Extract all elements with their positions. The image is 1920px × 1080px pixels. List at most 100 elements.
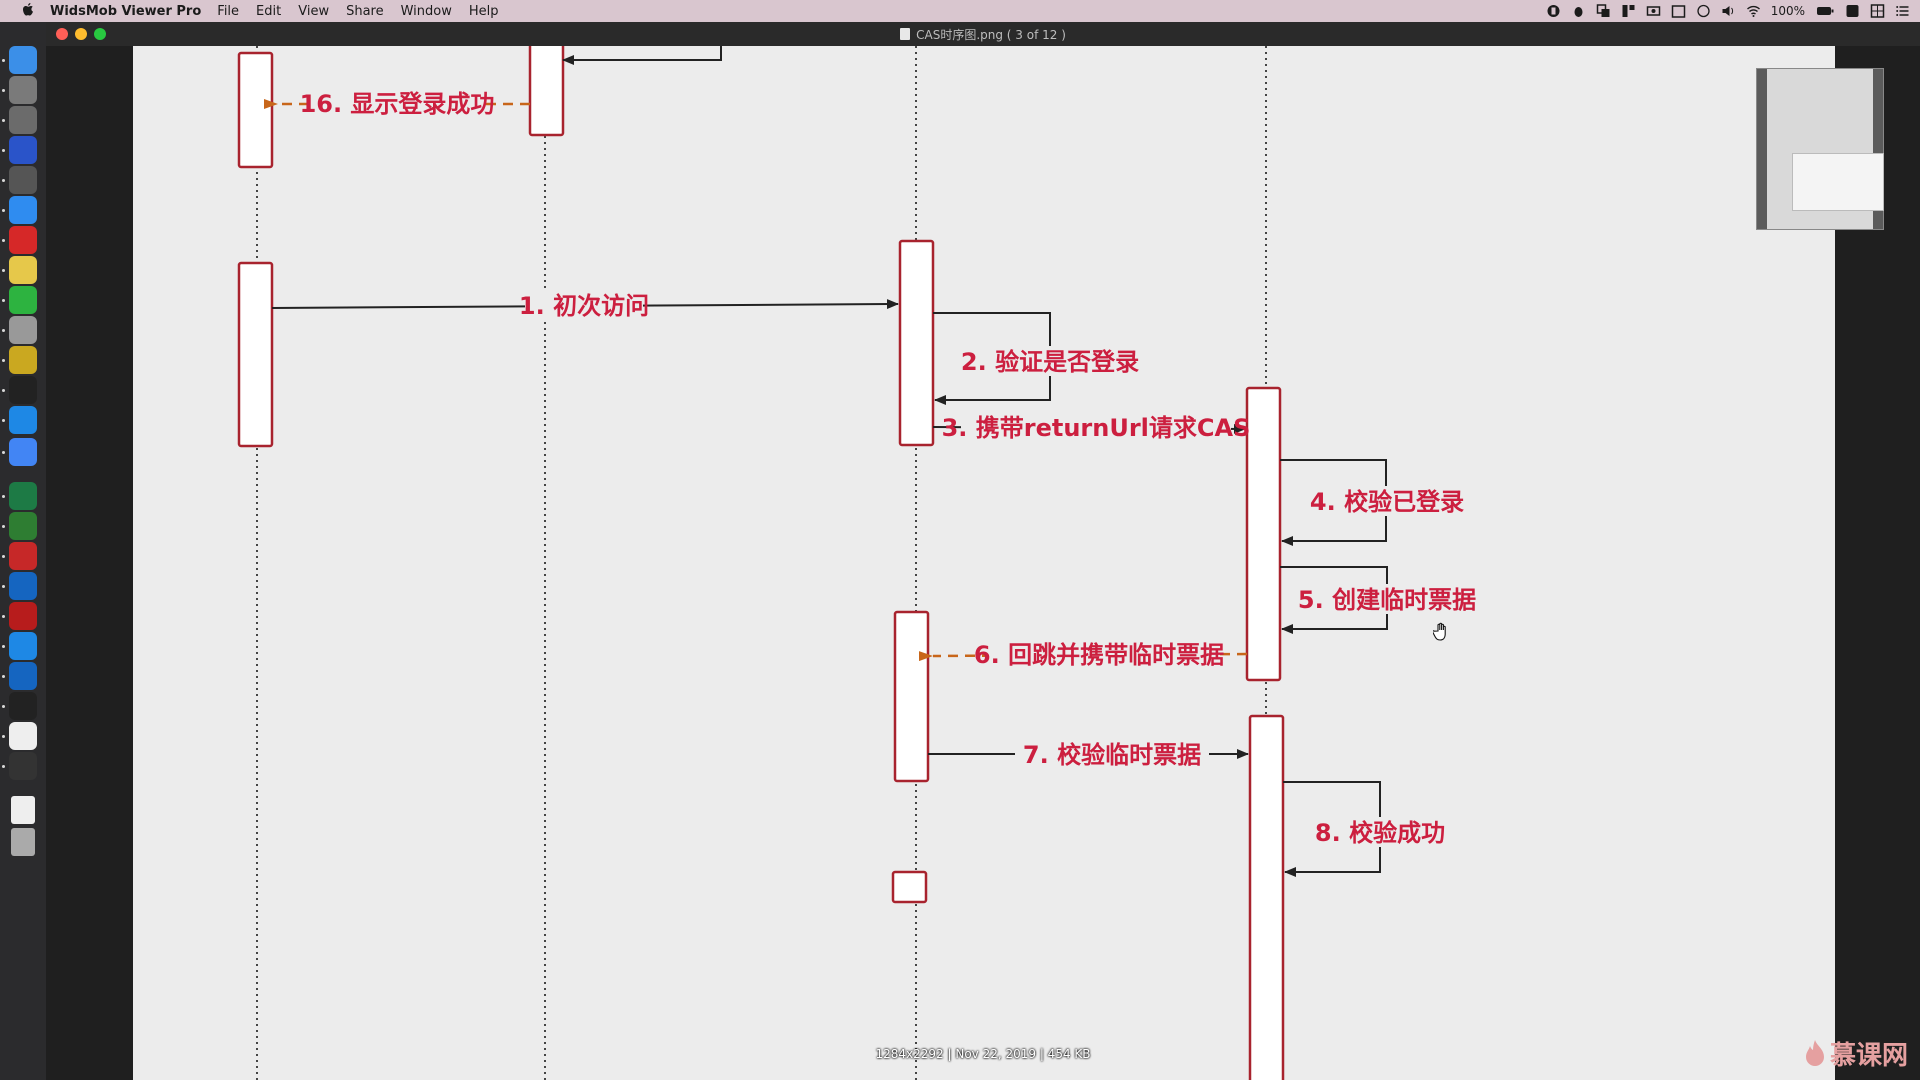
window-title: CAS时序图.png ( 3 of 12 )	[916, 27, 1066, 42]
hbuilder-icon[interactable]	[9, 542, 37, 570]
flame-logo-icon	[1805, 1039, 1824, 1066]
chrome-icon[interactable]	[9, 438, 37, 466]
menu-share[interactable]: Share	[346, 4, 384, 19]
activation-box	[528, 46, 565, 137]
dock-running-indicator	[2, 239, 5, 242]
system-preferences-icon[interactable]	[9, 106, 37, 134]
apple-icon[interactable]	[20, 3, 36, 19]
status-calendar-icon[interactable]	[1671, 4, 1686, 18]
vscode-icon[interactable]	[9, 406, 37, 434]
sequence-diagram: 16. 显示登录成功 1. 初次访问 2. 验证是否登录 3. 携带return…	[237, 46, 1476, 1080]
fullscreen-button[interactable]	[94, 28, 106, 40]
dock-running-indicator	[2, 179, 5, 182]
hand-cursor-icon	[1433, 622, 1446, 641]
control-center-icon[interactable]	[1895, 4, 1910, 18]
dock-running-indicator	[2, 119, 5, 122]
image-info: 1284x2292 | Nov 22, 2019 | 454 KB	[875, 1047, 1091, 1061]
activation-box	[1245, 386, 1282, 682]
dock-running-indicator	[2, 735, 5, 738]
activation-box	[893, 610, 930, 783]
document-icon[interactable]	[11, 796, 35, 824]
message-label-8: 8. 校验成功	[1315, 819, 1445, 847]
dock-running-indicator	[2, 419, 5, 422]
stickies-icon[interactable]	[9, 256, 37, 284]
close-button[interactable]	[56, 28, 68, 40]
message-arrow-15	[562, 46, 722, 65]
evernote-icon[interactable]	[9, 286, 37, 314]
trash-icon[interactable]	[11, 828, 35, 856]
message-label-4: 4. 校验已登录	[1310, 488, 1464, 516]
activation-box	[898, 239, 935, 447]
activation-box	[891, 870, 928, 904]
intellij-icon[interactable]	[9, 136, 37, 164]
wifi-icon[interactable]	[1746, 4, 1761, 18]
menu-help[interactable]: Help	[469, 4, 499, 19]
dock-running-indicator	[2, 451, 5, 454]
status-record-icon[interactable]	[1646, 4, 1661, 18]
dock-running-indicator	[2, 89, 5, 92]
status-copy-icon[interactable]	[1596, 4, 1611, 18]
status-grid-icon[interactable]	[1870, 4, 1885, 18]
dock-running-indicator	[2, 675, 5, 678]
status-time-icon[interactable]	[1696, 4, 1711, 18]
dock-running-indicator	[2, 585, 5, 588]
thumbnail-viewport[interactable]	[1792, 153, 1884, 211]
menu-file[interactable]: File	[217, 4, 239, 19]
dock-running-indicator	[2, 359, 5, 362]
message-label-1: 1. 初次访问	[519, 292, 649, 320]
activation-box	[237, 261, 274, 448]
dock-running-indicator	[2, 705, 5, 708]
dock-running-indicator	[2, 765, 5, 768]
watermark-text: 慕课网	[1829, 1041, 1908, 1071]
keka-icon[interactable]	[9, 722, 37, 750]
message-label-2: 2. 验证是否登录	[961, 348, 1139, 376]
screen-icon[interactable]	[9, 572, 37, 600]
menu-window[interactable]: Window	[401, 4, 452, 19]
volume-icon[interactable]	[1721, 4, 1736, 18]
dock-running-indicator	[2, 495, 5, 498]
dock-running-indicator	[2, 615, 5, 618]
menu-edit[interactable]: Edit	[256, 4, 281, 19]
player-icon[interactable]	[9, 692, 37, 720]
ultraedit-icon[interactable]	[9, 346, 37, 374]
dock	[0, 22, 46, 1080]
message-label-7: 7. 校验临时票据	[1023, 741, 1201, 769]
finder-icon[interactable]	[9, 46, 37, 74]
status-s-icon[interactable]	[1845, 4, 1860, 18]
viewer-icon[interactable]	[9, 752, 37, 780]
message-label-3: 3. 携带returnUrl请求CAS	[942, 414, 1251, 442]
minimize-button[interactable]	[75, 28, 87, 40]
remote-desktop-icon[interactable]	[9, 602, 37, 630]
navigator-thumbnail[interactable]	[1756, 68, 1884, 230]
title-bar[interactable]: CAS时序图.png ( 3 of 12 )	[46, 22, 1920, 46]
postal-icon[interactable]	[9, 226, 37, 254]
message-label-6: 6. 回跳并携带临时票据	[974, 641, 1224, 669]
dock-running-indicator	[2, 299, 5, 302]
activation-box	[1248, 714, 1285, 1080]
status-layout-icon[interactable]	[1621, 4, 1636, 18]
dock-running-indicator	[2, 645, 5, 648]
dock-running-indicator	[2, 209, 5, 212]
menu-bar: WidsMob Viewer Pro File Edit View Share …	[0, 0, 1920, 22]
message-label-5: 5. 创建临时票据	[1298, 586, 1476, 614]
activity-monitor-icon[interactable]	[9, 166, 37, 194]
image-canvas[interactable]: 16. 显示登录成功 1. 初次访问 2. 验证是否登录 3. 携带return…	[133, 46, 1835, 1080]
menu-view[interactable]: View	[298, 4, 329, 19]
migration-icon[interactable]	[9, 632, 37, 660]
watermark: 慕课网	[1804, 1035, 1908, 1072]
excel-icon[interactable]	[9, 482, 37, 510]
status-bug-icon[interactable]	[1571, 4, 1586, 18]
dock-running-indicator	[2, 389, 5, 392]
status-b-icon[interactable]	[1546, 4, 1561, 18]
dock-running-indicator	[2, 269, 5, 272]
navicat-icon[interactable]	[9, 512, 37, 540]
dock-running-indicator	[2, 149, 5, 152]
launchpad-icon[interactable]	[9, 76, 37, 104]
app-store-icon[interactable]	[9, 196, 37, 224]
terminal-icon[interactable]	[9, 376, 37, 404]
word-icon[interactable]	[9, 662, 37, 690]
app-name[interactable]: WidsMob Viewer Pro	[50, 4, 201, 19]
battery-icon[interactable]	[1815, 4, 1835, 18]
game-icon[interactable]	[9, 316, 37, 344]
dock-running-indicator	[2, 525, 5, 528]
